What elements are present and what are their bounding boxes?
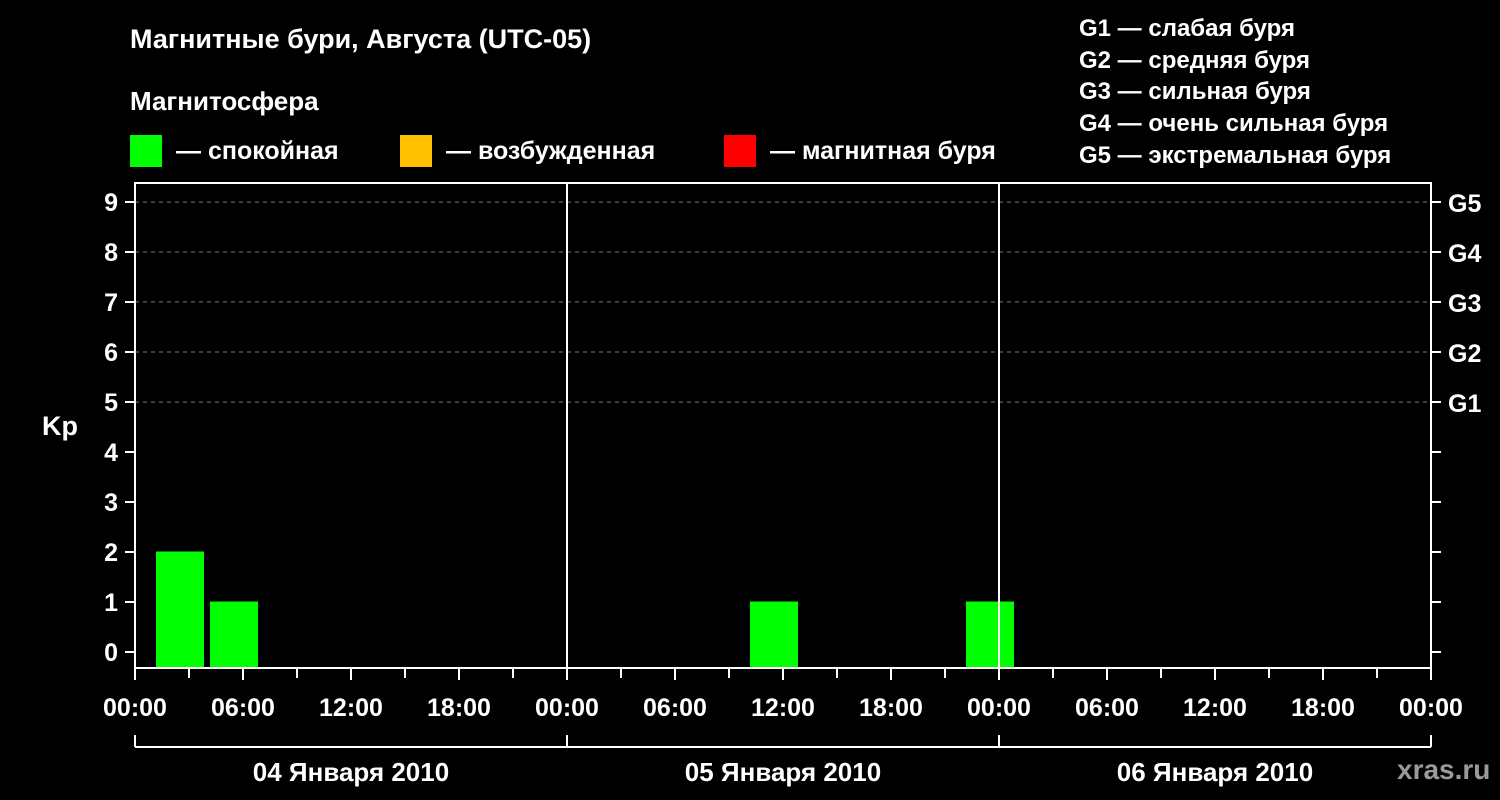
x-tick-label: 00:00 [967,694,1031,722]
day-label: 05 Января 2010 [685,757,881,787]
x-tick-label: 00:00 [535,694,599,722]
g-level-label: G5 [1448,190,1481,218]
x-tick-label: 18:00 [427,694,491,722]
g-level-label: G1 [1448,390,1481,418]
y-tick-label: 5 [104,389,118,417]
y-tick-label: 4 [104,439,118,467]
x-tick-label: 12:00 [751,694,815,722]
y-tick-label: 7 [104,289,118,317]
x-tick-label: 06:00 [643,694,707,722]
day-label: 04 Января 2010 [253,757,449,787]
bar [156,551,204,668]
x-tick-label: 00:00 [103,694,167,722]
g-level-label: G2 [1448,340,1481,368]
x-tick-label: 18:00 [859,694,923,722]
y-tick-label: 2 [104,539,118,567]
g-level-label: G3 [1448,290,1481,318]
bar [750,601,798,668]
y-tick-label: 3 [104,489,118,517]
y-tick-label: 1 [104,589,118,617]
x-tick-label: 12:00 [1183,694,1247,722]
g-level-label: G4 [1448,240,1481,268]
y-tick-label: 8 [104,239,118,267]
y-tick-label: 9 [104,189,118,217]
y-tick-label: 0 [104,639,118,667]
day-label: 06 Января 2010 [1117,757,1313,787]
site-watermark: xras.ru [1397,754,1491,785]
x-tick-label: 12:00 [319,694,383,722]
kp-chart: 0 1 2 3 4 5 6 7 8 9 G1 G2 G3 G4 G5 00:00 06:00 12:00 18:00… [103,182,1481,787]
y-tick-label: 6 [104,339,118,367]
bar [966,601,1014,668]
bar [210,601,258,668]
x-tick-label: 00:00 [1399,694,1463,722]
plot-frame [134,182,1432,669]
x-tick-label: 18:00 [1291,694,1355,722]
x-tick-label: 06:00 [1075,694,1139,722]
x-tick-label: 06:00 [211,694,275,722]
